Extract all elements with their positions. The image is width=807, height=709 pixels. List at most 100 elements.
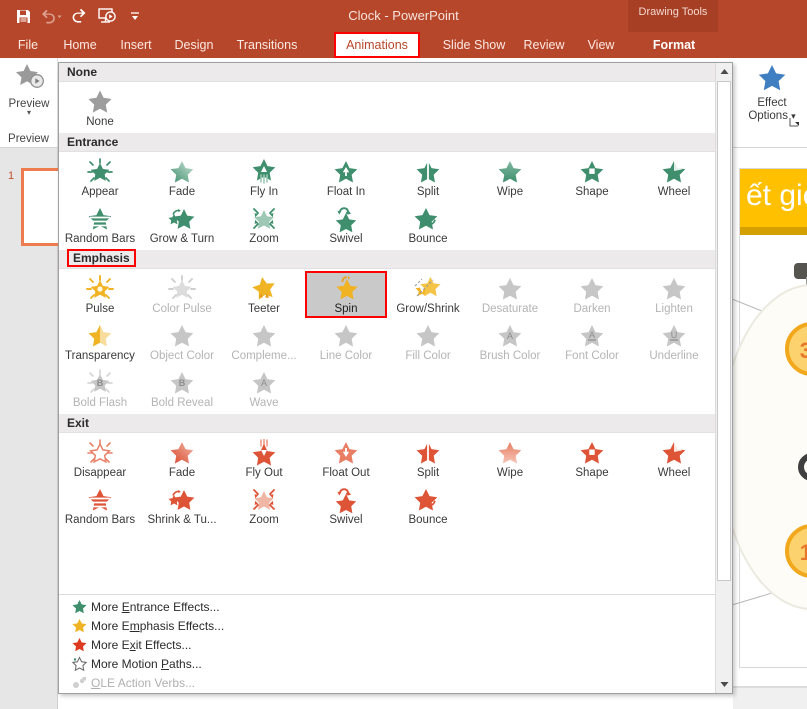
- anim-item-lighten[interactable]: Lighten: [633, 271, 715, 318]
- anim-item-bold-reveal[interactable]: B Bold Reveal: [141, 365, 223, 412]
- slide-thumbnail-1[interactable]: [21, 168, 61, 246]
- anim-item-float-out[interactable]: Float Out: [305, 435, 387, 482]
- anim-item-float-in[interactable]: Float In: [305, 154, 387, 201]
- tab-view[interactable]: View: [580, 32, 622, 58]
- anim-item-color-pulse[interactable]: Color Pulse: [141, 271, 223, 318]
- anim-item-random-bars[interactable]: Random Bars: [59, 201, 141, 248]
- anim-item-grow-and-turn[interactable]: Grow & Turn: [141, 201, 223, 248]
- anim-item-none[interactable]: None: [59, 84, 141, 131]
- save-icon[interactable]: [10, 4, 36, 28]
- tab-transitions[interactable]: Transitions: [228, 32, 306, 58]
- dialog-box-launcher-icon[interactable]: [789, 116, 801, 128]
- anim-item-teeter[interactable]: Teeter: [223, 271, 305, 318]
- anim-label: Color Pulse: [152, 303, 212, 315]
- effect-options-label-line1: Effect: [757, 97, 787, 109]
- anim-item-fade[interactable]: Fade: [141, 154, 223, 201]
- anim-item-wipe[interactable]: Wipe: [469, 154, 551, 201]
- anim-item-object-color[interactable]: Object Color: [141, 318, 223, 365]
- anim-item-split[interactable]: Split: [387, 154, 469, 201]
- more-motion-paths-command[interactable]: More Motion Paths...: [59, 654, 732, 673]
- anim-item-bounce[interactable]: Bounce: [387, 201, 469, 248]
- anim-item-swivel-exit[interactable]: Swivel: [305, 482, 387, 529]
- anim-item-wheel[interactable]: Wheel: [633, 154, 715, 201]
- anim-label: Font Color: [565, 350, 619, 362]
- svg-text:A: A: [589, 330, 595, 340]
- tab-format[interactable]: Format: [648, 32, 700, 58]
- customize-qat-icon[interactable]: [122, 4, 148, 28]
- tab-slide-show[interactable]: Slide Show: [436, 32, 512, 58]
- anim-item-appear[interactable]: Appear: [59, 154, 141, 201]
- star-plain-icon: [578, 273, 606, 303]
- anim-item-transparency[interactable]: Transparency: [59, 318, 141, 365]
- anim-label: Desaturate: [481, 303, 539, 315]
- anim-item-shrink-and-turn[interactable]: Shrink & Tu...: [141, 482, 223, 529]
- tab-design[interactable]: Design: [168, 32, 220, 58]
- chevron-down-icon[interactable]: ▾: [4, 109, 54, 117]
- redo-icon[interactable]: [66, 4, 92, 28]
- anim-item-desaturate[interactable]: Desaturate: [469, 271, 551, 318]
- effect-options-button[interactable]: Effect Options ▾: [737, 62, 807, 123]
- tab-animations[interactable]: Animations: [334, 32, 420, 58]
- anim-item-font-color[interactable]: A Font Color: [551, 318, 633, 365]
- more-entrance-effects-command[interactable]: More Entrance Effects...: [59, 597, 732, 616]
- anim-label: Bounce: [408, 233, 448, 245]
- anim-item-zoom-exit[interactable]: Zoom: [223, 482, 305, 529]
- preview-button[interactable]: Preview ▾: [4, 62, 54, 124]
- anim-item-spin[interactable]: Spin: [305, 271, 387, 318]
- scroll-up-arrow-icon[interactable]: [716, 63, 732, 80]
- svg-text:B: B: [179, 378, 186, 388]
- undo-icon[interactable]: [38, 4, 64, 28]
- anim-item-bounce-exit[interactable]: Bounce: [387, 482, 469, 529]
- anim-item-darken[interactable]: Darken: [551, 271, 633, 318]
- more-exit-effects-command[interactable]: More Exit Effects...: [59, 635, 732, 654]
- scroll-down-arrow-icon[interactable]: [716, 676, 732, 693]
- anim-item-random-bars-exit[interactable]: Random Bars: [59, 482, 141, 529]
- anim-item-fly-out[interactable]: Fly Out: [223, 435, 305, 482]
- anim-item-wheel-exit[interactable]: Wheel: [633, 435, 715, 482]
- blue-star-icon: [737, 62, 807, 97]
- clock-graphic[interactable]: 30 15: [733, 148, 807, 709]
- anim-item-line-color[interactable]: Line Color: [305, 318, 387, 365]
- tab-insert[interactable]: Insert: [112, 32, 160, 58]
- anim-label: Shape: [575, 467, 609, 479]
- slide-title-block[interactable]: ết giờ: [740, 169, 807, 227]
- ole-action-icon: [67, 675, 91, 691]
- anim-item-fade-exit[interactable]: Fade: [141, 435, 223, 482]
- anim-label: Wipe: [496, 467, 524, 479]
- star-plain-icon: [67, 618, 91, 634]
- slide-surface[interactable]: ết giờ 30 15: [733, 148, 807, 709]
- tab-file[interactable]: File: [10, 32, 46, 58]
- anim-item-wipe-exit[interactable]: Wipe: [469, 435, 551, 482]
- anim-item-complementary-color[interactable]: Compleme...: [223, 318, 305, 365]
- anim-item-zoom[interactable]: Zoom: [223, 201, 305, 248]
- anim-label: Disappear: [73, 467, 127, 479]
- anim-label: Appear: [81, 186, 119, 198]
- tab-home[interactable]: Home: [56, 32, 104, 58]
- anim-item-shape-exit[interactable]: Shape: [551, 435, 633, 482]
- anim-item-underline[interactable]: U Underline: [633, 318, 715, 365]
- anim-item-fill-color[interactable]: Fill Color: [387, 318, 469, 365]
- tab-review[interactable]: Review: [516, 32, 572, 58]
- star-plain-icon: [87, 86, 113, 116]
- scrollbar-thumb[interactable]: [717, 81, 731, 581]
- anim-item-swivel[interactable]: Swivel: [305, 201, 387, 248]
- ole-action-verbs-command[interactable]: OLE Action Verbs...: [59, 673, 732, 692]
- anim-item-pulse[interactable]: Pulse: [59, 271, 141, 318]
- ribbon-group-preview: Preview ▾ Preview: [0, 58, 58, 148]
- anim-item-fly-in[interactable]: Fly In: [223, 154, 305, 201]
- anim-item-grow-shrink[interactable]: Grow/Shrink: [387, 271, 469, 318]
- more-emphasis-effects-command[interactable]: More Emphasis Effects...: [59, 616, 732, 635]
- anim-item-split-exit[interactable]: Split: [387, 435, 469, 482]
- star-plain-icon: [250, 320, 278, 350]
- anim-item-shape[interactable]: Shape: [551, 154, 633, 201]
- anim-item-brush-color[interactable]: A Brush Color: [469, 318, 551, 365]
- anim-item-disappear[interactable]: Disappear: [59, 435, 141, 482]
- gallery-row: Disappear Fade Fly Out Float Out Split W…: [59, 433, 717, 531]
- gallery-section-header-emphasis: Emphasis: [59, 249, 717, 269]
- start-from-beginning-icon[interactable]: [94, 4, 120, 28]
- gallery-scrollbar[interactable]: [715, 63, 732, 693]
- anim-item-bold-flash[interactable]: B Bold Flash: [59, 365, 141, 412]
- star-plain-icon: [496, 273, 524, 303]
- anim-item-wave[interactable]: A Wave: [223, 365, 305, 412]
- anim-label: Random Bars: [64, 514, 136, 526]
